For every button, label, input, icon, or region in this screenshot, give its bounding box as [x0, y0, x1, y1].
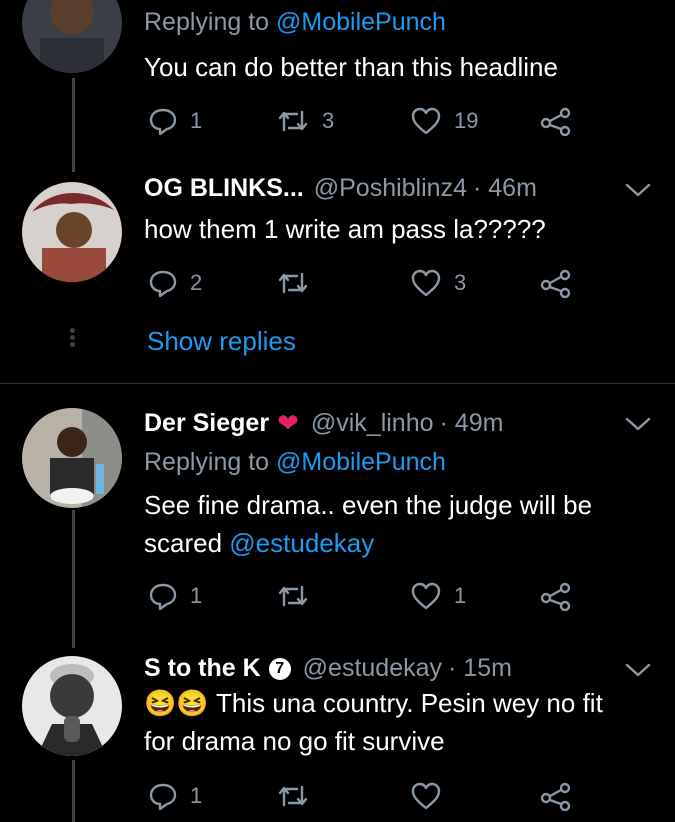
tweet-text-continued: for drama no go fit survive: [144, 726, 445, 756]
tweet-header: S to the K 7 @estudekay · 15m: [144, 654, 512, 683]
retweet-icon: [278, 785, 308, 807]
retweet-button[interactable]: [276, 581, 310, 611]
share-icon: [540, 269, 571, 298]
tweet-text: 😆😆 This una country. Pesin wey no fit: [144, 684, 603, 722]
user-handle[interactable]: @vik_linho: [311, 409, 434, 438]
timestamp: · 49m: [439, 409, 504, 437]
share-button[interactable]: [540, 106, 572, 136]
display-name[interactable]: Der Sieger: [144, 409, 269, 438]
reply-icon: [149, 783, 177, 811]
user-handle[interactable]: @estudekay: [303, 654, 442, 683]
reply-handle-link[interactable]: @MobilePunch: [276, 8, 446, 37]
heart-icon: [411, 782, 441, 810]
reply-count: 1: [190, 583, 203, 608]
timestamp: · 15m: [448, 654, 512, 682]
heart-icon: [411, 107, 441, 135]
heart-icon: [411, 582, 441, 610]
tweet-text: See fine drama.. even the judge will be …: [144, 490, 593, 558]
tweet-text: You can do better than this headline: [144, 52, 558, 82]
thread-line: [72, 760, 75, 822]
share-icon: [540, 782, 571, 811]
reply-button[interactable]: 2: [148, 268, 202, 298]
mention-link[interactable]: @estudekay: [229, 528, 374, 558]
heart-emoji: ❤: [277, 408, 299, 438]
reply-icon: [149, 270, 177, 298]
retweet-icon: [278, 110, 308, 132]
timestamp: · 46m: [472, 174, 537, 202]
like-button[interactable]: 3: [410, 268, 466, 298]
reply-icon: [149, 108, 177, 136]
like-button[interactable]: [410, 781, 442, 811]
display-name[interactable]: S to the K: [144, 654, 261, 683]
more-replies-indicator: [70, 326, 75, 349]
reply-handle-link[interactable]: @MobilePunch: [276, 448, 446, 477]
tweet-header: Der Sieger ❤ @vik_linho · 49m: [144, 408, 503, 439]
reply-icon: [149, 583, 177, 611]
thread-line: [72, 510, 75, 648]
reply-count: 2: [190, 270, 203, 295]
retweet-count: 3: [322, 108, 335, 133]
show-replies-link[interactable]: Show replies: [147, 326, 296, 357]
share-button[interactable]: [540, 581, 572, 611]
share-icon: [540, 582, 571, 611]
chevron-down-icon[interactable]: [624, 414, 652, 434]
share-button[interactable]: [540, 268, 572, 298]
reply-context: Replying to @MobilePunch: [144, 448, 446, 477]
reply-count: 1: [190, 108, 203, 133]
retweet-icon: [278, 272, 308, 294]
divider: [0, 383, 675, 384]
retweet-button[interactable]: 3: [276, 106, 334, 136]
avatar[interactable]: [22, 656, 122, 756]
share-button[interactable]: [540, 781, 572, 811]
user-handle[interactable]: @Poshiblinz4: [314, 174, 467, 203]
reply-button[interactable]: 1: [148, 781, 202, 811]
chevron-down-icon[interactable]: [624, 660, 652, 680]
avatar[interactable]: [22, 408, 122, 508]
avatar[interactable]: [22, 0, 122, 73]
heart-icon: [411, 269, 441, 297]
reply-button[interactable]: 1: [148, 106, 202, 136]
share-icon: [540, 107, 571, 136]
reply-button[interactable]: 1: [148, 581, 202, 611]
like-button[interactable]: 19: [410, 106, 478, 136]
retweet-button[interactable]: [276, 781, 310, 811]
reply-count: 1: [190, 783, 203, 808]
tweet-header: OG BLINKS... @Poshiblinz4 · 46m: [144, 174, 537, 203]
display-name[interactable]: OG BLINKS...: [144, 174, 304, 203]
tweet-text: how them 1 write am pass la?????: [144, 214, 546, 244]
chevron-down-icon[interactable]: [624, 180, 652, 200]
badge-icon: 7: [268, 657, 291, 680]
retweet-button[interactable]: [276, 268, 310, 298]
retweet-icon: [278, 585, 308, 607]
like-button[interactable]: 1: [410, 581, 466, 611]
thread-line: [72, 78, 75, 172]
like-count: 3: [454, 270, 467, 295]
like-count: 1: [454, 583, 467, 608]
reply-context: Replying to @MobilePunch: [144, 8, 446, 37]
like-count: 19: [454, 108, 479, 133]
avatar[interactable]: [22, 182, 122, 282]
laughing-emoji: 😆😆: [144, 688, 209, 718]
